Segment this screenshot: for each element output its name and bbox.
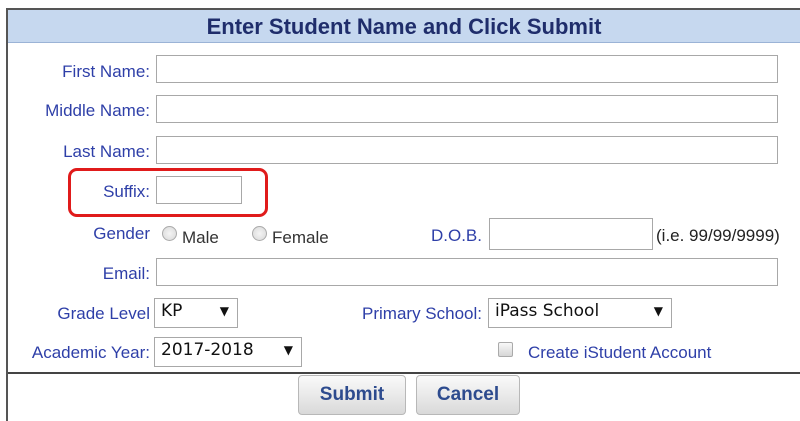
form-header: Enter Student Name and Click Submit [8,10,800,43]
suffix-highlight-box [68,168,268,217]
first-name-input[interactable] [156,55,778,83]
gender-male-label: Male [182,228,219,247]
gender-label: Gender [93,224,150,243]
chevron-down-icon: ▼ [283,343,293,357]
grade-level-label: Grade Level [57,304,150,323]
chevron-down-icon: ▼ [653,304,663,318]
create-account-checkbox[interactable] [498,342,513,357]
gender-female-label: Female [272,228,329,247]
primary-school-select[interactable]: iPass School ▼ [488,298,672,328]
gender-male-radio[interactable] [162,226,177,241]
form-title: Enter Student Name and Click Submit [206,14,602,39]
academic-year-select[interactable]: 2017-2018 ▼ [154,337,302,367]
cancel-button[interactable]: Cancel [416,375,520,415]
submit-button[interactable]: Submit [298,375,406,415]
email-input[interactable] [156,258,778,286]
dob-hint: (i.e. 99/99/9999) [656,226,780,245]
form-divider [8,372,800,374]
grade-level-select[interactable]: KP ▼ [154,298,238,328]
email-label: Email: [102,264,150,283]
last-name-input[interactable] [156,136,778,164]
grade-level-value: KP [161,301,183,321]
primary-school-value: iPass School [495,301,600,321]
primary-school-label: Primary School: [362,304,482,323]
academic-year-value: 2017-2018 [161,340,254,360]
middle-name-label: Middle Name: [45,101,150,120]
gender-female-radio[interactable] [252,226,267,241]
middle-name-input[interactable] [156,95,778,123]
academic-year-label: Academic Year: [31,343,150,362]
chevron-down-icon: ▼ [219,304,229,318]
last-name-label: Last Name: [63,142,150,161]
create-account-label: Create iStudent Account [528,343,712,362]
first-name-label: First Name: [62,62,150,81]
dob-input[interactable] [489,218,653,250]
dob-label: D.O.B. [430,226,482,245]
